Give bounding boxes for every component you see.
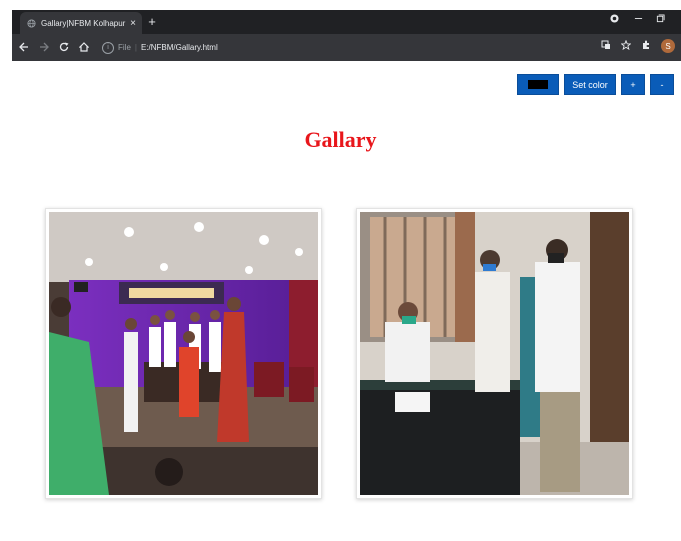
browser-toolbar: i File | E:/NFBM/Gallary.html S: [12, 34, 681, 61]
color-picker-button[interactable]: [517, 74, 559, 95]
browser-menu-icon[interactable]: [610, 14, 619, 26]
restore-icon[interactable]: [656, 14, 665, 26]
browser-window: Gallary|NFBM Kolhapur × + i File | E:/NF…: [12, 10, 681, 61]
tab-strip: Gallary|NFBM Kolhapur × +: [12, 10, 681, 34]
page-title: Gallary: [304, 127, 377, 152]
address-separator: |: [134, 43, 137, 52]
home-icon[interactable]: [76, 41, 92, 55]
forward-icon[interactable]: [36, 41, 52, 55]
toolbar-actions: S: [601, 39, 675, 53]
close-tab-icon[interactable]: ×: [126, 18, 140, 29]
new-tab-button[interactable]: +: [144, 14, 160, 30]
address-bar[interactable]: i File | E:/NFBM/Gallary.html: [102, 41, 218, 54]
profile-avatar[interactable]: S: [661, 39, 675, 53]
decrease-font-button[interactable]: -: [650, 74, 674, 95]
color-swatch: [528, 80, 548, 89]
increase-font-button[interactable]: +: [621, 74, 645, 95]
tab-title: Gallary|NFBM Kolhapur: [41, 18, 126, 28]
address-url: E:/NFBM/Gallary.html: [140, 43, 218, 52]
page-controls: Set color + -: [517, 74, 674, 95]
gallery-photo-office[interactable]: [356, 208, 633, 499]
globe-icon: [26, 18, 36, 28]
translate-icon[interactable]: [601, 40, 611, 53]
browser-tab[interactable]: Gallary|NFBM Kolhapur ×: [20, 12, 142, 34]
bookmark-star-icon[interactable]: [620, 39, 632, 53]
info-icon[interactable]: i: [102, 41, 114, 54]
reload-icon[interactable]: [56, 41, 72, 55]
extensions-icon[interactable]: [641, 40, 651, 53]
ceremony-photo-image: [49, 212, 318, 495]
set-color-button[interactable]: Set color: [564, 74, 616, 95]
back-icon[interactable]: [16, 41, 32, 55]
gallery-photo-ceremony[interactable]: [45, 208, 322, 499]
address-scheme-label: File: [118, 43, 131, 52]
minimize-icon[interactable]: [634, 14, 643, 26]
office-photo-image: [360, 212, 629, 495]
